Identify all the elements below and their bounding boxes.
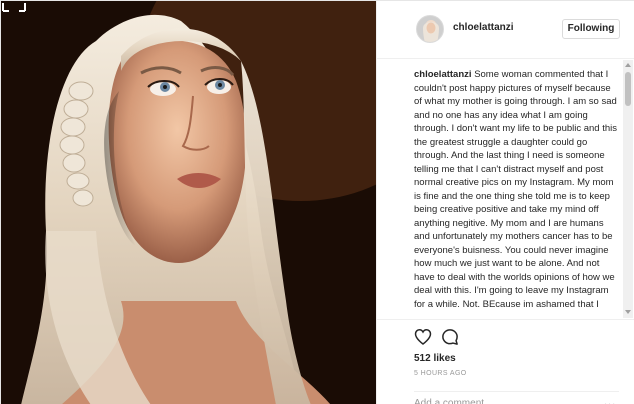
avatar-image [417, 16, 443, 42]
post-header: chloelattanzi Following [377, 1, 634, 59]
post-sidebar: chloelattanzi Following chloelattanzi So… [376, 1, 634, 404]
heart-icon[interactable] [414, 328, 432, 345]
more-options-icon[interactable]: ... [604, 396, 616, 404]
add-comment-input[interactable]: Add a comment... [414, 391, 619, 404]
caption-text: Some woman commented that I couldn't pos… [414, 69, 618, 310]
caption: chloelattanzi Some woman commented that … [414, 68, 620, 311]
comments-area: chloelattanzi Some woman commented that … [377, 60, 634, 318]
portrait-illustration [1, 1, 376, 404]
post-timestamp: 5 HOURS AGO [414, 370, 467, 377]
username[interactable]: chloelattanzi [453, 22, 514, 33]
comments-scrollbar[interactable] [623, 60, 633, 318]
avatar[interactable] [416, 15, 444, 43]
likes-count[interactable]: 512 likes [414, 353, 456, 364]
instagram-post: chloelattanzi Following chloelattanzi So… [0, 0, 634, 404]
following-button[interactable]: Following [562, 19, 620, 39]
scrollbar-thumb[interactable] [625, 72, 631, 106]
scroll-down-arrow-icon[interactable] [625, 310, 631, 314]
caption-username[interactable]: chloelattanzi [414, 69, 472, 80]
comment-icon[interactable] [441, 328, 459, 346]
scroll-up-arrow-icon[interactable] [625, 63, 631, 67]
post-actions: 512 likes 5 HOURS AGO Add a comment... .… [377, 319, 634, 404]
expand-icon[interactable] [1, 1, 27, 15]
post-photo[interactable] [1, 1, 376, 404]
